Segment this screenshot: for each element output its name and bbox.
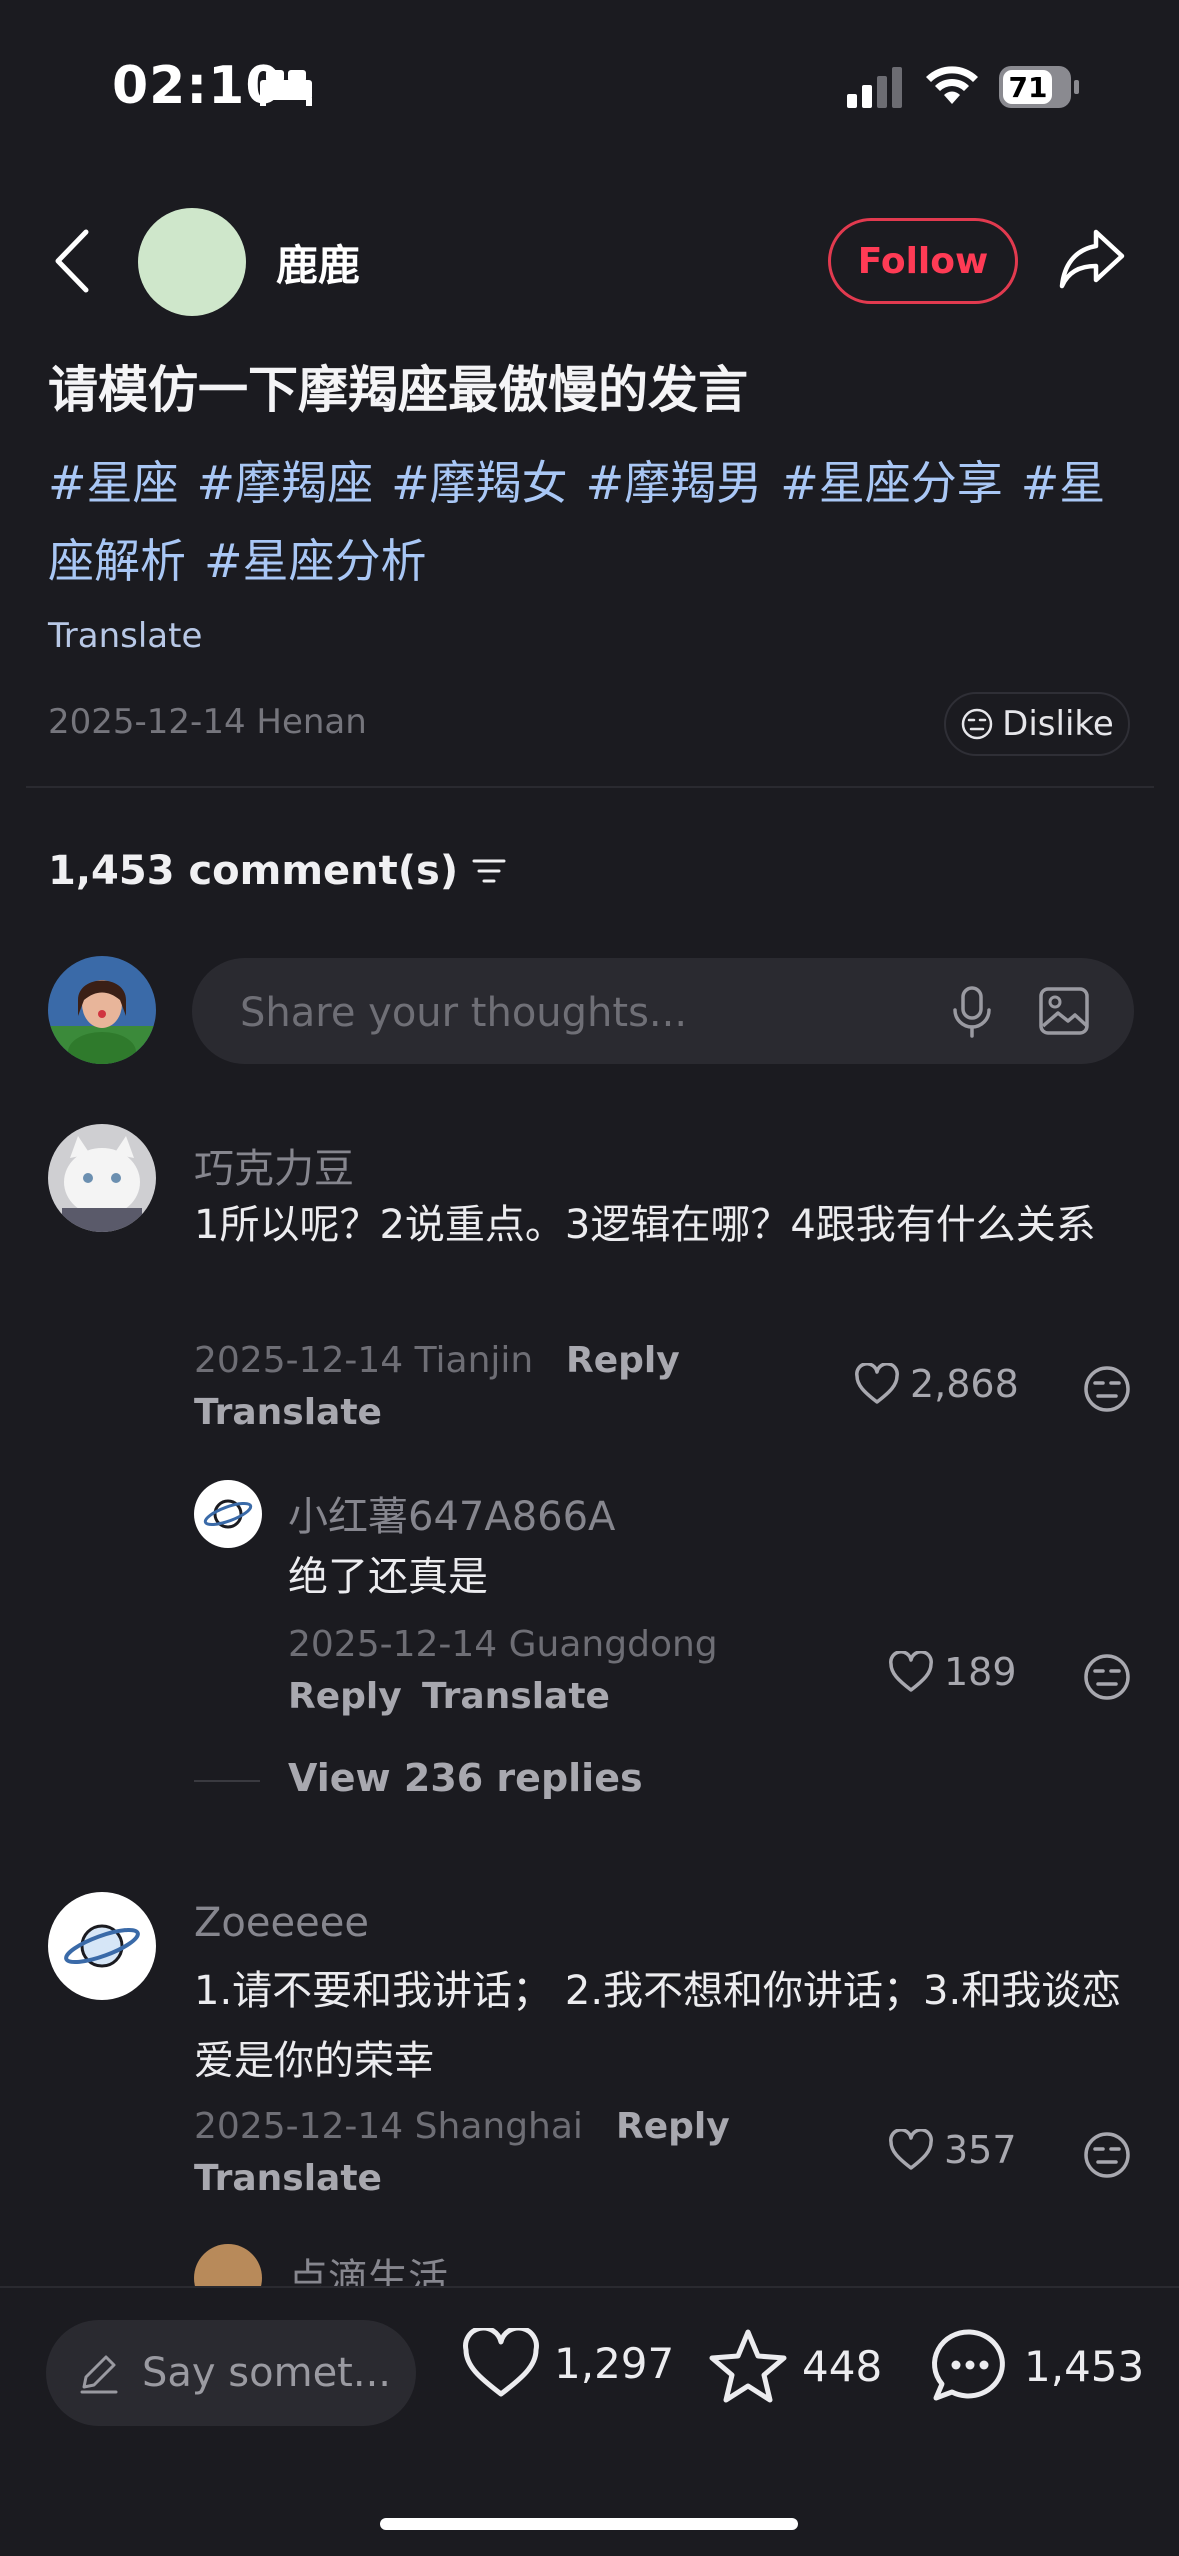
- post-comment-count: 1,453: [1024, 2341, 1145, 2391]
- sleep-mode-icon: [260, 70, 312, 106]
- author-avatar[interactable]: [138, 208, 246, 316]
- status-time: 02:10: [112, 56, 283, 116]
- battery-icon: 71: [999, 66, 1079, 108]
- bottom-action-bar: Say somet... 1,297 448 1,453: [0, 2286, 1179, 2556]
- like-count: 357: [944, 2128, 1017, 2172]
- home-indicator[interactable]: [380, 2518, 798, 2530]
- heart-icon: [463, 2328, 539, 2397]
- star-icon: [709, 2329, 787, 2403]
- follow-button[interactable]: Follow: [828, 218, 1018, 304]
- reply-avatar[interactable]: [194, 1480, 262, 1548]
- heart-icon: [855, 1363, 899, 1404]
- post-title: 请模仿一下摩羯座最傲慢的发言: [48, 361, 748, 419]
- commenter-avatar[interactable]: [48, 1124, 156, 1232]
- post-collect-count: 448: [802, 2341, 883, 2391]
- like-count: 2,868: [910, 1362, 1019, 1406]
- tag-link[interactable]: #摩羯座: [197, 456, 374, 510]
- back-arrow-icon[interactable]: [52, 228, 92, 294]
- tag-link[interactable]: #摩羯男: [586, 456, 763, 510]
- view-replies-line: [194, 1780, 260, 1782]
- say-something-input[interactable]: Say somet...: [46, 2320, 416, 2426]
- comment-date-location: 2025-12-14 Guangdong: [288, 1624, 718, 1665]
- comment-date-location: 2025-12-14 Tianjin: [194, 1340, 534, 1381]
- cellular-signal-icon: [847, 67, 902, 108]
- say-something-placeholder: Say somet...: [142, 2350, 392, 2396]
- dislike-button[interactable]: Dislike: [944, 692, 1130, 756]
- like-button[interactable]: 357: [888, 2128, 1017, 2172]
- view-replies-button[interactable]: View 236 replies: [288, 1756, 643, 1800]
- translate-button[interactable]: Translate: [194, 1392, 382, 1433]
- like-count: 189: [944, 1650, 1017, 1694]
- comment-date-location: 2025-12-14 Shanghai: [194, 2106, 583, 2147]
- post-like-count: 1,297: [554, 2338, 675, 2388]
- heart-icon: [889, 2129, 933, 2170]
- chat-bubble-icon: [932, 2329, 1005, 2401]
- wifi-icon: [926, 66, 978, 104]
- dislike-label: Dislike: [1002, 704, 1114, 744]
- comment-input-placeholder: Share your thoughts...: [240, 990, 688, 1036]
- sort-icon[interactable]: [472, 856, 506, 886]
- post-date-location: 2025-12-14 Henan: [48, 702, 367, 742]
- reply-button[interactable]: Reply: [616, 2106, 730, 2147]
- commenter-name[interactable]: Zoeeeee: [194, 1900, 369, 1946]
- share-icon[interactable]: [1058, 228, 1126, 290]
- status-bar: 02:10 71: [0, 0, 1179, 170]
- translate-post-link[interactable]: Translate: [48, 616, 202, 656]
- image-icon[interactable]: [1038, 986, 1090, 1036]
- dislike-face-icon[interactable]: [1082, 1652, 1132, 1702]
- commenter-name[interactable]: 小红薯647A866A: [288, 1484, 615, 1542]
- post-like-button[interactable]: 1,297: [462, 2328, 674, 2398]
- comment-text: 1所以呢？2说重点。3逻辑在哪？4跟我有什么关系: [194, 1202, 1096, 1248]
- commenter-avatar[interactable]: [48, 1892, 156, 2000]
- pencil-icon: [80, 2355, 118, 2394]
- post-collect-button[interactable]: 448: [708, 2328, 882, 2404]
- reply-button[interactable]: Reply: [566, 1340, 680, 1381]
- tag-link[interactable]: #星座分享: [780, 456, 1003, 510]
- translate-button[interactable]: Translate: [194, 2158, 382, 2199]
- like-button[interactable]: 2,868: [854, 1362, 1019, 1406]
- battery-level: 71: [1009, 71, 1048, 104]
- commenter-name[interactable]: 巧克力豆: [194, 1136, 354, 1194]
- dislike-face-icon[interactable]: [1082, 2130, 1132, 2180]
- post-comment-button[interactable]: 1,453: [930, 2328, 1144, 2404]
- my-avatar: [48, 956, 156, 1064]
- dislike-face-icon: [961, 708, 993, 740]
- comment-count-label: 1,453 comment(s): [48, 848, 459, 894]
- comment-input[interactable]: Share your thoughts...: [192, 958, 1134, 1064]
- tag-link[interactable]: #摩羯女: [391, 456, 568, 510]
- heart-icon: [889, 1651, 933, 1692]
- translate-button[interactable]: Translate: [422, 1676, 610, 1717]
- comment-text: 1.请不要和我讲话； 2.我不想和你讲话；3.和我谈恋爱是你的荣幸: [194, 1968, 1122, 2084]
- comment-text: 绝了还真是: [288, 1554, 488, 1600]
- author-name[interactable]: 鹿鹿: [276, 232, 360, 293]
- divider: [26, 786, 1154, 788]
- microphone-icon[interactable]: [950, 986, 994, 1038]
- reply-button[interactable]: Reply: [288, 1676, 402, 1717]
- tag-link[interactable]: #星座分析: [204, 534, 427, 588]
- like-button[interactable]: 189: [888, 1650, 1017, 1694]
- comment-count: 1,453 comment(s): [48, 848, 506, 894]
- post-tags: #星座 #摩羯座 #摩羯女 #摩羯男 #星座分享 #星座解析 #星座分析: [48, 444, 1138, 600]
- tag-link[interactable]: #星座: [48, 456, 179, 510]
- dislike-face-icon[interactable]: [1082, 1364, 1132, 1414]
